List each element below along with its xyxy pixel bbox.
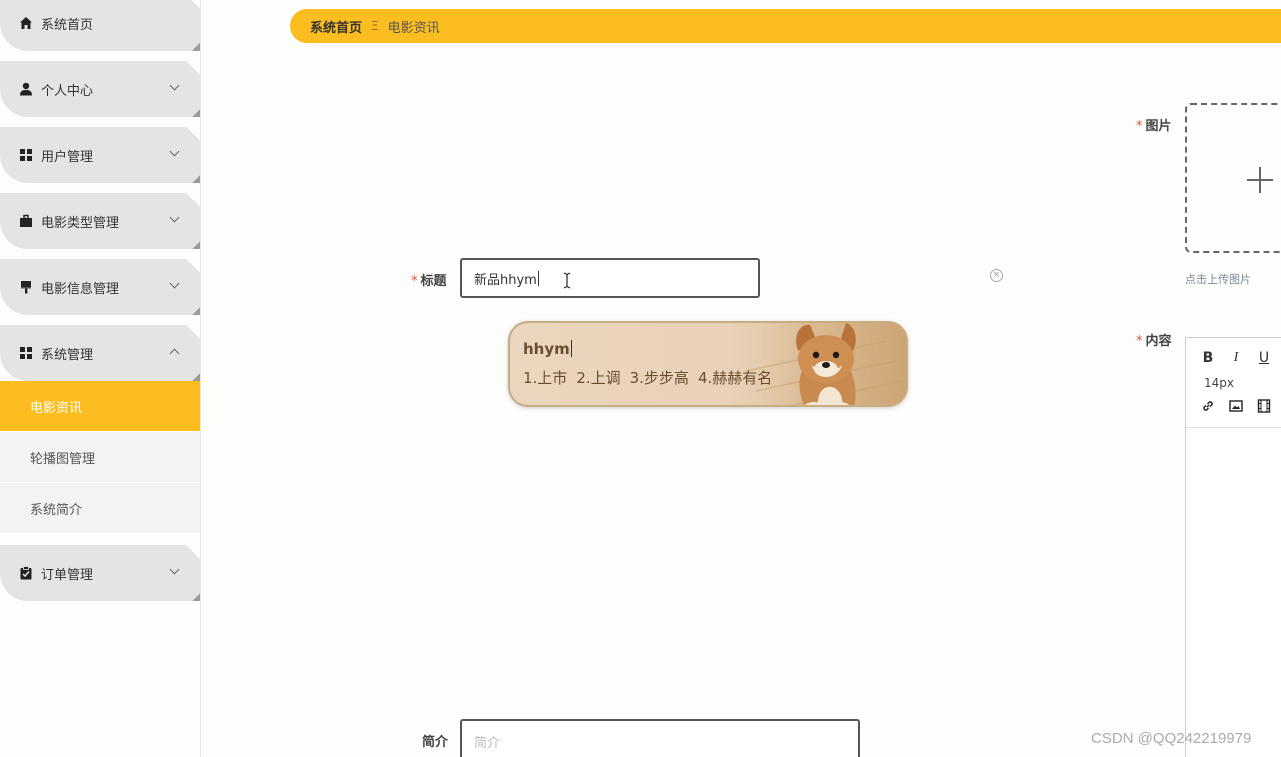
ime-candidate[interactable]: 4.赫赫有名 bbox=[698, 369, 772, 387]
breadcrumb-home[interactable]: 系统首页 bbox=[310, 17, 362, 36]
home-icon bbox=[18, 15, 34, 31]
ime-composition-text: hhym bbox=[523, 340, 572, 358]
brush-icon bbox=[18, 279, 34, 295]
chevron-up-icon bbox=[169, 348, 180, 359]
menu-label: 系统管理 bbox=[41, 347, 94, 363]
required-mark: * bbox=[1136, 334, 1143, 349]
ime-candidate-list: 1.上市 2.上调 3.步步高 4.赫赫有名 bbox=[523, 367, 781, 388]
grid-icon bbox=[18, 147, 34, 163]
briefcase-icon bbox=[18, 213, 34, 229]
submenu-label: 系统简介 bbox=[30, 502, 83, 518]
menu-label: 个人中心 bbox=[41, 83, 94, 99]
chevron-down-icon bbox=[169, 564, 180, 575]
image-label-text: 图片 bbox=[1145, 119, 1172, 134]
chevron-down-icon bbox=[169, 80, 180, 91]
text-caret bbox=[537, 270, 539, 286]
menu-item-system-management[interactable]: 系统管理 bbox=[0, 325, 200, 381]
submenu-item-movie-news[interactable]: 电影资讯 bbox=[0, 381, 200, 432]
intro-input[interactable]: 简介 bbox=[460, 719, 860, 757]
plus-icon bbox=[1247, 167, 1273, 193]
user-icon bbox=[18, 81, 34, 97]
corner-decoration bbox=[192, 241, 200, 249]
menu-item-movie-info-management[interactable]: 电影信息管理 bbox=[0, 259, 200, 315]
shiba-dog-image bbox=[736, 323, 906, 405]
required-mark: * bbox=[411, 274, 418, 289]
upload-hint[interactable]: 点击上传图片 bbox=[1185, 271, 1251, 287]
menu-label: 订单管理 bbox=[41, 567, 94, 583]
chevron-down-icon bbox=[169, 212, 180, 223]
corner-decoration bbox=[192, 373, 200, 381]
text-caret bbox=[570, 340, 572, 357]
ime-candidate[interactable]: 1.上市 bbox=[523, 369, 567, 387]
clipboard-icon bbox=[18, 565, 34, 581]
video-icon[interactable] bbox=[1255, 397, 1273, 415]
menu-item-order-management[interactable]: 订单管理 bbox=[0, 545, 200, 601]
chevron-down-icon bbox=[169, 278, 180, 289]
breadcrumb: 系统首页 Ξ 电影资讯 bbox=[290, 9, 1281, 43]
underline-button[interactable]: U bbox=[1255, 349, 1273, 367]
breadcrumb-current: 电影资讯 bbox=[387, 20, 440, 36]
font-size-select[interactable]: 14px bbox=[1204, 376, 1234, 390]
submenu-label: 轮播图管理 bbox=[30, 451, 96, 467]
corner-decoration bbox=[192, 175, 200, 183]
corner-decoration bbox=[192, 109, 200, 117]
italic-button[interactable]: I bbox=[1227, 349, 1245, 367]
menu-item-home[interactable]: 系统首页 bbox=[0, 0, 200, 51]
ime-composition-value: hhym bbox=[523, 340, 570, 358]
chevron-down-icon bbox=[169, 146, 180, 157]
sidebar: 系统首页 个人中心 用户管理 电影类型管理 电影信息管理 系统管理 电影资讯 轮… bbox=[0, 0, 201, 757]
required-mark: * bbox=[1136, 119, 1143, 134]
content-label: * 内容 bbox=[1136, 330, 1172, 349]
menu-item-personal-center[interactable]: 个人中心 bbox=[0, 61, 200, 117]
ime-candidate[interactable]: 2.上调 bbox=[576, 369, 620, 387]
intro-placeholder: 简介 bbox=[474, 735, 501, 751]
title-input[interactable]: 新品hhym bbox=[460, 258, 760, 298]
title-input-value: 新品hhym bbox=[474, 272, 537, 288]
clear-icon[interactable]: × bbox=[990, 269, 1003, 282]
menu-label: 用户管理 bbox=[41, 149, 94, 165]
watermark: CSDN @QQ242219979 bbox=[1091, 730, 1252, 747]
menu-item-movie-type-management[interactable]: 电影类型管理 bbox=[0, 193, 200, 249]
image-icon[interactable] bbox=[1227, 397, 1245, 415]
rich-text-editor[interactable]: B I U 14px bbox=[1185, 337, 1281, 757]
submenu-item-carousel-management[interactable]: 轮播图管理 bbox=[0, 432, 200, 483]
corner-decoration bbox=[192, 307, 200, 315]
grid-icon bbox=[18, 345, 34, 361]
corner-decoration bbox=[192, 43, 200, 51]
ibeam-cursor-icon bbox=[563, 272, 571, 289]
link-icon[interactable] bbox=[1199, 397, 1217, 415]
editor-toolbar: B I U 14px bbox=[1186, 338, 1281, 428]
menu-label: 电影类型管理 bbox=[41, 215, 120, 231]
submenu-item-system-intro[interactable]: 系统简介 bbox=[0, 483, 200, 534]
menu-label: 电影信息管理 bbox=[41, 281, 120, 297]
submenu-label: 电影资讯 bbox=[30, 400, 83, 416]
menu-label: 系统首页 bbox=[41, 17, 94, 33]
ime-candidate[interactable]: 3.步步高 bbox=[630, 369, 689, 387]
title-label: * 标题 bbox=[411, 270, 447, 289]
intro-label: 简介 bbox=[422, 735, 449, 750]
breadcrumb-separator: Ξ bbox=[371, 19, 379, 33]
image-label: * 图片 bbox=[1136, 115, 1172, 134]
menu-item-user-management[interactable]: 用户管理 bbox=[0, 127, 200, 183]
content-label-text: 内容 bbox=[1145, 334, 1172, 349]
corner-decoration bbox=[192, 593, 200, 601]
bold-button[interactable]: B bbox=[1199, 349, 1217, 367]
title-label-text: 标题 bbox=[420, 274, 447, 289]
ime-candidate-window: hhym 1.上市 2.上调 3.步步高 4.赫赫有名 bbox=[508, 321, 908, 407]
